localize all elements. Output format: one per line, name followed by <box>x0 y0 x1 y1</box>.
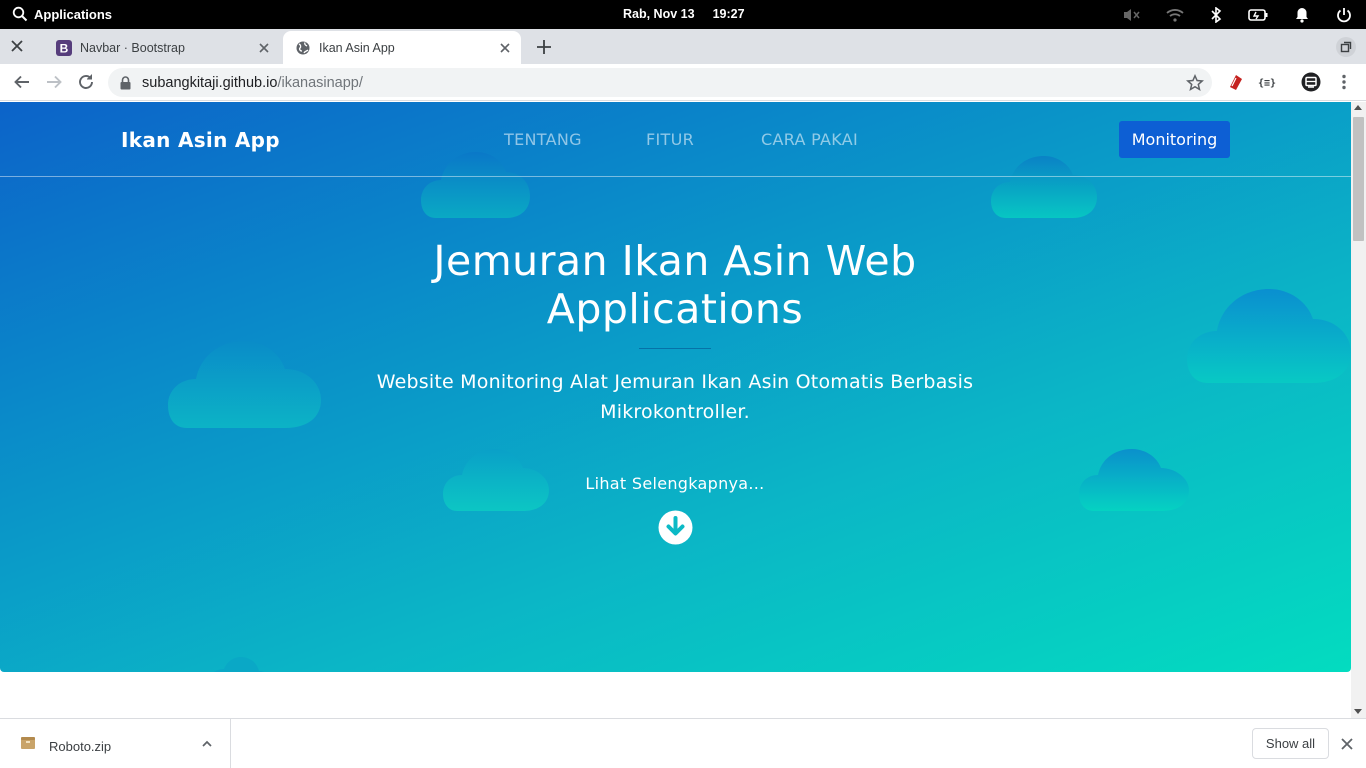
volume-muted-icon[interactable] <box>1122 7 1140 23</box>
bootstrap-favicon: B <box>56 39 72 56</box>
bluetooth-icon[interactable] <box>1210 7 1222 23</box>
tab-strip: B Navbar · Bootstrap Ikan Asin App <box>0 29 1366 64</box>
tab-search-icon <box>1340 41 1352 53</box>
extension-json-icon[interactable]: {≡} <box>1257 72 1277 92</box>
download-shelf: Roboto.zip Show all <box>0 718 1366 768</box>
download-file-name: Roboto.zip <box>49 739 112 754</box>
brand-logo[interactable]: Ikan Asin App <box>121 128 280 152</box>
close-icon[interactable] <box>9 38 25 54</box>
reload-icon <box>79 74 93 89</box>
nav-link-fitur[interactable]: FITUR <box>646 130 694 149</box>
scroll-down-arrow-icon[interactable] <box>1354 709 1362 714</box>
close-icon[interactable] <box>1340 737 1354 751</box>
clock[interactable]: Rab, Nov 13 19:27 <box>623 7 745 21</box>
monitoring-button[interactable]: Monitoring <box>1119 121 1230 158</box>
hero-section: Ikan Asin App TENTANG FITUR CARA PAKAI M… <box>0 102 1351 672</box>
show-all-button[interactable]: Show all <box>1252 728 1329 759</box>
url-host: subangkitaji.github.io <box>142 74 278 91</box>
new-tab-button[interactable] <box>535 38 553 56</box>
cloud-icon <box>1079 449 1189 511</box>
tab-ikan-asin-app[interactable]: Ikan Asin App <box>283 31 521 64</box>
battery-icon[interactable] <box>1248 8 1268 22</box>
hero-subtitle: Website Monitoring Alat Jemuran Ikan Asi… <box>376 371 974 423</box>
svg-text:B: B <box>60 41 69 55</box>
svg-text:{≡}: {≡} <box>1258 78 1276 89</box>
arrow-left-icon <box>14 75 29 89</box>
scroll-up-arrow-icon[interactable] <box>1354 105 1362 110</box>
url-path: /ikanasinapp/ <box>277 74 363 91</box>
tab-search-button[interactable] <box>1336 37 1356 57</box>
arrow-down-circle-icon[interactable] <box>658 510 693 545</box>
nav-link-tentang[interactable]: TENTANG <box>504 130 582 149</box>
profile-avatar-icon[interactable] <box>1301 72 1321 92</box>
clock-date: Rab, Nov 13 <box>623 7 695 21</box>
tab-close-icon[interactable] <box>497 40 513 56</box>
forward-button[interactable] <box>44 72 64 92</box>
cloud-icon <box>1187 289 1351 383</box>
os-top-bar: Applications Rab, Nov 13 19:27 <box>0 0 1366 29</box>
tab-close-icon[interactable] <box>256 40 272 56</box>
archive-file-icon <box>21 737 35 749</box>
lock-icon[interactable] <box>120 75 132 90</box>
page-scrollbar[interactable] <box>1351 102 1366 718</box>
applications-label: Applications <box>34 6 113 22</box>
notification-bell-icon[interactable] <box>1294 7 1310 23</box>
scrollbar-thumb[interactable] <box>1353 117 1364 241</box>
bookmark-star-icon[interactable] <box>1185 73 1205 92</box>
applications-menu[interactable]: Applications <box>12 6 112 22</box>
hero-divider <box>639 348 711 349</box>
system-tray[interactable] <box>1122 5 1352 25</box>
address-bar[interactable]: subangkitaji.github.io/ikanasinapp/ <box>108 68 1212 97</box>
hero-title: Jemuran Ikan Asin Web Applications <box>433 237 917 333</box>
download-item[interactable]: Roboto.zip <box>0 719 231 768</box>
reload-button[interactable] <box>76 72 96 92</box>
nav-link-cara-pakai[interactable]: CARA PAKAI <box>761 130 858 149</box>
browser-toolbar: subangkitaji.github.io/ikanasinapp/ {≡} <box>0 64 1366 101</box>
wifi-icon[interactable] <box>1166 8 1184 22</box>
tab-title: Ikan Asin App <box>319 40 395 55</box>
cloud-icon <box>214 657 264 672</box>
site-navbar: Ikan Asin App TENTANG FITUR CARA PAKAI M… <box>0 102 1351 177</box>
see-more-link[interactable]: Lihat Selengkapnya... <box>475 474 875 493</box>
back-button[interactable] <box>12 72 32 92</box>
extension-red-icon[interactable] <box>1225 72 1245 92</box>
more-menu-icon[interactable] <box>1334 72 1354 92</box>
search-icon <box>12 6 28 22</box>
page-viewport: Ikan Asin App TENTANG FITUR CARA PAKAI M… <box>0 102 1351 718</box>
power-icon[interactable] <box>1336 7 1352 23</box>
tab-title: Navbar · Bootstrap <box>80 40 185 55</box>
tab-navbar-bootstrap[interactable]: B Navbar · Bootstrap <box>44 31 280 64</box>
chevron-up-icon[interactable] <box>200 737 214 751</box>
arrow-right-icon <box>47 75 62 89</box>
globe-icon <box>296 41 310 54</box>
cloud-icon <box>168 341 321 428</box>
clock-time: 19:27 <box>712 7 745 21</box>
